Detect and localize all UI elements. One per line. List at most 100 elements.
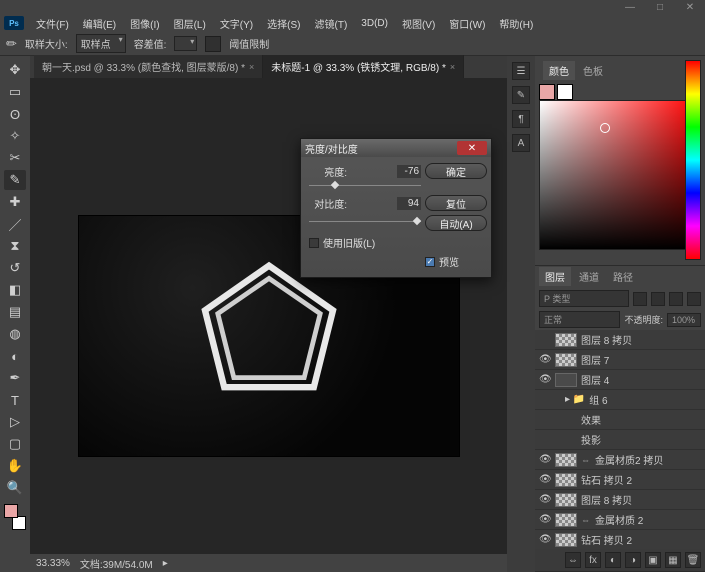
bg-color[interactable]	[12, 516, 26, 530]
layer-name[interactable]: 图层 7	[581, 352, 701, 367]
new-layer-icon[interactable]: ▦	[665, 552, 681, 568]
dodge-tool[interactable]: ◐	[4, 346, 26, 366]
move-tool[interactable]: ✥	[4, 60, 26, 80]
sample-size-select[interactable]: 取样点	[76, 34, 126, 53]
link-layers-icon[interactable]: ⇔	[565, 552, 581, 568]
layer-name[interactable]: 金属材质2 拷贝	[595, 452, 701, 467]
layer-name[interactable]: 组 6	[589, 392, 701, 407]
layer-row[interactable]: 👁 图层 4	[535, 370, 705, 390]
brightness-value[interactable]: -76	[397, 165, 421, 178]
pen-tool[interactable]: ✒	[4, 368, 26, 388]
menu-type[interactable]: 文字(Y)	[214, 14, 259, 33]
legacy-checkbox[interactable]: 使用旧版(L)	[309, 235, 421, 250]
layer-name[interactable]: 金属材质 2	[595, 512, 701, 527]
layer-list[interactable]: 图层 8 拷贝👁图层 7👁图层 4▸ 📁组 6效果投影👁⇔金属材质2 拷贝👁钻石…	[535, 330, 705, 549]
gradient-tool[interactable]: ▤	[4, 302, 26, 322]
filter-icon[interactable]	[651, 292, 665, 306]
chevron-right-icon[interactable]: ▸	[163, 558, 168, 569]
lasso-tool[interactable]: ʘ	[4, 104, 26, 124]
menu-view[interactable]: 视图(V)	[396, 14, 441, 33]
heal-tool[interactable]: ✚	[4, 192, 26, 212]
layer-row[interactable]: 👁图层 8 拷贝	[535, 490, 705, 510]
layer-name[interactable]: 钻石 拷贝 2	[581, 532, 701, 547]
stamp-tool[interactable]: ⧗	[4, 236, 26, 256]
menu-window[interactable]: 窗口(W)	[443, 14, 491, 33]
layer-row[interactable]: 👁 图层 7	[535, 350, 705, 370]
menu-help[interactable]: 帮助(H)	[493, 14, 539, 33]
fx-icon[interactable]: fx	[585, 552, 601, 568]
doc-tab-1[interactable]: 朝一天.psd @ 33.3% (颜色查找, 图层蒙版/8) *×	[34, 55, 263, 78]
close-icon[interactable]: ×	[249, 62, 254, 72]
layer-row[interactable]: 👁 钻石 拷贝 2	[535, 470, 705, 490]
visibility-icon[interactable]: 👁	[539, 474, 551, 485]
tab-swatches[interactable]: 色板	[577, 61, 609, 80]
tab-channels[interactable]: 通道	[573, 267, 605, 286]
layer-name[interactable]: 投影	[581, 432, 701, 447]
marquee-tool[interactable]: ▭	[4, 82, 26, 102]
adjustment-icon[interactable]: ◑	[625, 552, 641, 568]
color-field[interactable]	[539, 100, 699, 250]
wand-tool[interactable]: ✧	[4, 126, 26, 146]
doc-tab-2[interactable]: 未标题-1 @ 33.3% (铁锈文理, RGB/8) *×	[263, 55, 464, 78]
zoom-level[interactable]: 33.33%	[36, 558, 70, 569]
menu-edit[interactable]: 编辑(E)	[77, 14, 122, 33]
close-icon[interactable]: ×	[450, 62, 455, 72]
visibility-icon[interactable]: 👁	[539, 374, 551, 385]
hand-tool[interactable]: ✋	[4, 456, 26, 476]
brush-tool[interactable]: ／	[4, 214, 26, 234]
hue-slider[interactable]	[685, 60, 701, 260]
blur-tool[interactable]: ◍	[4, 324, 26, 344]
visibility-icon[interactable]: 👁	[539, 354, 551, 365]
ok-button[interactable]: 确定	[425, 163, 487, 179]
blend-mode-select[interactable]: 正常	[539, 311, 620, 328]
tab-layers[interactable]: 图层	[539, 267, 571, 286]
opacity-input[interactable]: 100%	[667, 313, 701, 327]
tab-paths[interactable]: 路径	[607, 267, 639, 286]
layer-name[interactable]: 图层 8 拷贝	[581, 332, 701, 347]
window-minimize[interactable]: —	[619, 1, 641, 13]
dialog-title-bar[interactable]: 亮度/对比度 ✕	[301, 139, 491, 157]
layer-kind-select[interactable]: P 类型	[539, 290, 629, 307]
tolerance-select[interactable]	[174, 36, 197, 51]
visibility-icon[interactable]: 👁	[539, 494, 551, 505]
reset-button[interactable]: 复位	[425, 195, 487, 211]
layer-row[interactable]: ▸ 📁组 6	[535, 390, 705, 410]
history-panel-icon[interactable]: ☰	[512, 62, 530, 80]
dialog-close-button[interactable]: ✕	[457, 141, 487, 155]
visibility-icon[interactable]: 👁	[539, 454, 551, 465]
window-maximize[interactable]: □	[649, 1, 671, 13]
group-icon[interactable]: ▣	[645, 552, 661, 568]
shape-tool[interactable]: ▢	[4, 434, 26, 454]
contrast-value[interactable]: 94	[397, 197, 421, 210]
paragraph-panel-icon[interactable]: A	[512, 134, 530, 152]
fg-color[interactable]	[4, 504, 18, 518]
sample-ring-icon[interactable]	[205, 36, 221, 52]
contrast-slider[interactable]	[309, 219, 421, 227]
fg-bg-swatch[interactable]	[4, 504, 26, 530]
zoom-tool[interactable]: 🔍	[4, 478, 26, 498]
trash-icon[interactable]: 🗑	[685, 552, 701, 568]
layer-name[interactable]: 效果	[581, 412, 701, 427]
fg-swatch[interactable]	[539, 84, 555, 100]
menu-layer[interactable]: 图层(L)	[168, 14, 212, 33]
layer-name[interactable]: 图层 4	[581, 372, 701, 387]
menu-filter[interactable]: 滤镜(T)	[309, 14, 354, 33]
crop-tool[interactable]: ✂	[4, 148, 26, 168]
auto-button[interactable]: 自动(A)	[425, 215, 487, 231]
filter-icon[interactable]	[633, 292, 647, 306]
path-tool[interactable]: ▷	[4, 412, 26, 432]
menu-file[interactable]: 文件(F)	[30, 14, 75, 33]
layer-row[interactable]: 👁⇔金属材质2 拷贝	[535, 450, 705, 470]
mask-icon[interactable]: ◐	[605, 552, 621, 568]
brightness-slider[interactable]	[309, 183, 421, 191]
layer-name[interactable]: 钻石 拷贝 2	[581, 472, 701, 487]
brush-panel-icon[interactable]: ✎	[512, 86, 530, 104]
menu-select[interactable]: 选择(S)	[261, 14, 306, 33]
tab-color[interactable]: 颜色	[543, 61, 575, 80]
type-tool[interactable]: T	[4, 390, 26, 410]
layer-row[interactable]: 👁钻石 拷贝 2	[535, 530, 705, 549]
layer-row[interactable]: 投影	[535, 430, 705, 450]
menu-image[interactable]: 图像(I)	[124, 14, 165, 33]
char-panel-icon[interactable]: ¶	[512, 110, 530, 128]
layer-row[interactable]: 图层 8 拷贝	[535, 330, 705, 350]
